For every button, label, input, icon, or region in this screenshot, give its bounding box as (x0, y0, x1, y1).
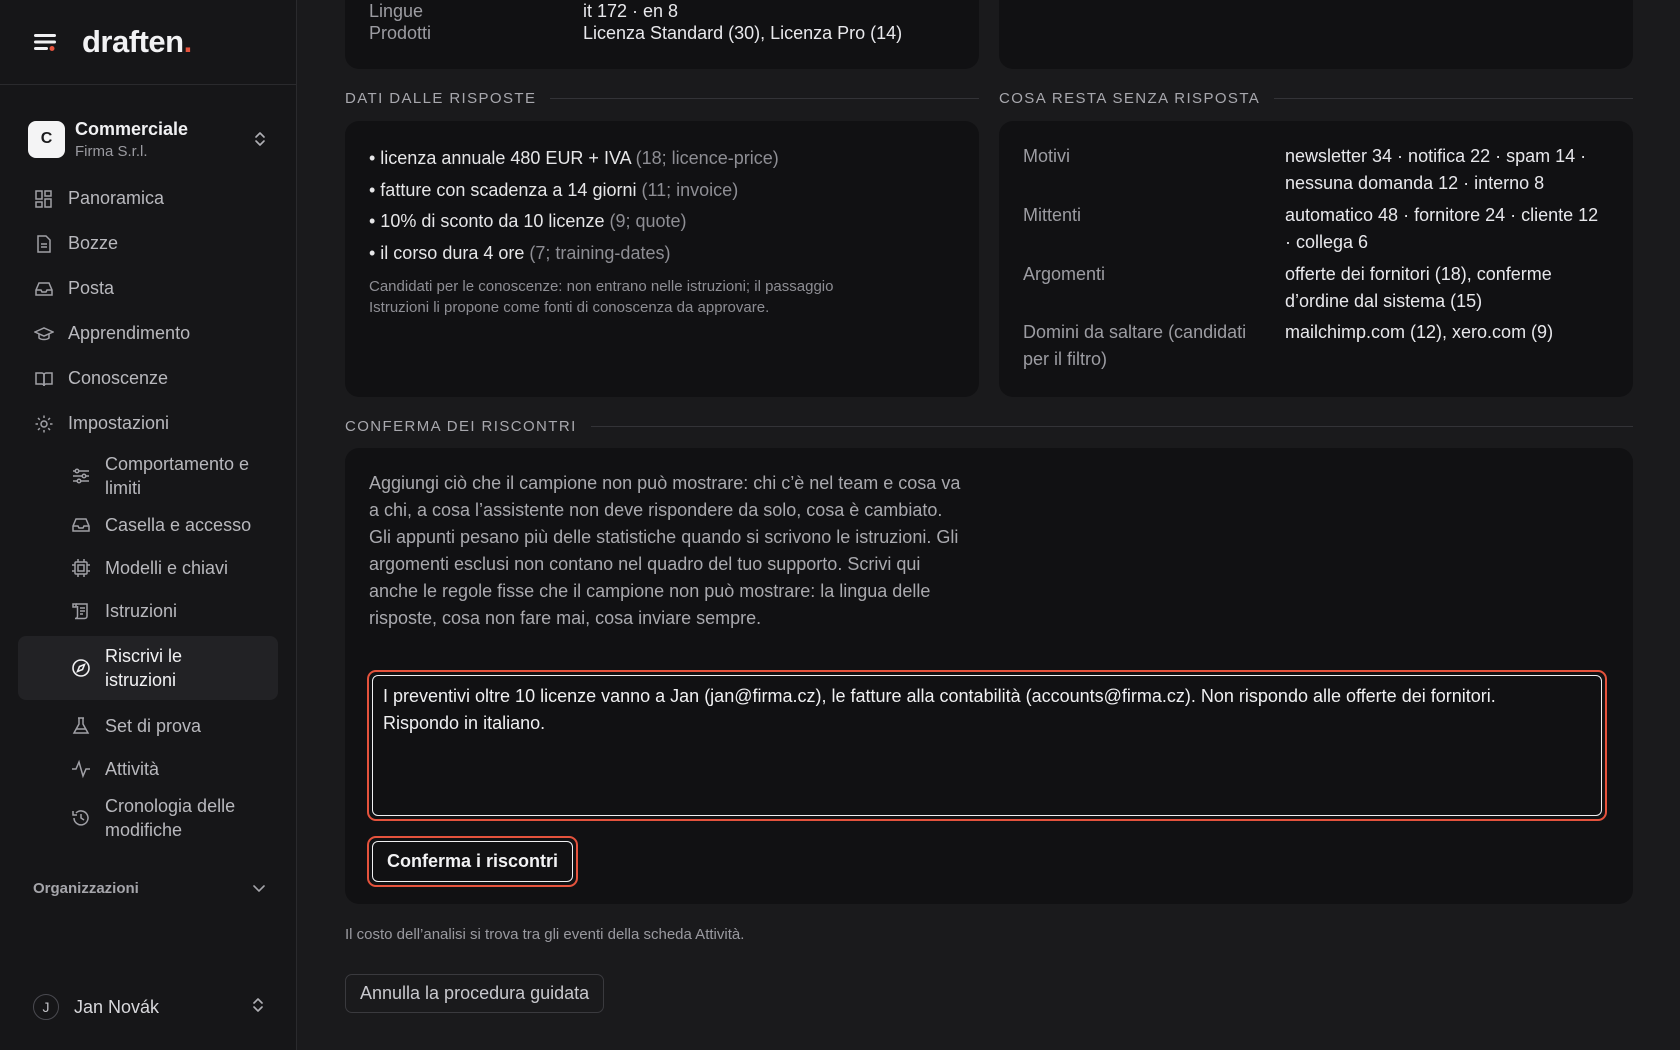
nav-subitem-label: Modelli e chiavi (105, 557, 229, 578)
answers-note: Candidati per le conoscenze: non entrano… (369, 278, 834, 316)
nav-item-apprendimento[interactable]: Apprendimento (0, 311, 296, 356)
row-value: automatico 48 · fornitore 24 · cliente 1… (1285, 205, 1599, 252)
menu-icon[interactable] (32, 30, 60, 54)
row-value: offerte dei fornitori (18), conferme d’or… (1285, 264, 1552, 311)
org-company: Firma S.r.l. (75, 142, 148, 160)
avatar: J (33, 994, 59, 1020)
nav-subitem-label: Riscrivi le istruzioni (105, 646, 183, 690)
cost-note: Il costo dell’analisi si trova tra gli e… (345, 926, 745, 943)
list-item: • il corso dura 4 ore (7; training-dates… (369, 242, 671, 263)
nav-subitem-label: Attività (105, 758, 160, 779)
nav-subitem-casella[interactable]: Casella e accesso (0, 503, 296, 546)
section-title-text: DATI DALLE RISPOSTE (345, 90, 537, 107)
summary-card-right (999, 0, 1633, 69)
section-title-text: CONFERMA DEI RISCONTRI (345, 418, 577, 435)
nav-subitem-modelli[interactable]: Modelli e chiavi (0, 546, 296, 589)
nav-item-label: Bozze (68, 233, 119, 253)
nav-item-conoscenze[interactable]: Conoscenze (0, 356, 296, 401)
section-title-text: COSA RESTA SENZA RISPOSTA (999, 90, 1261, 107)
organizations-label: Organizzazioni (33, 880, 139, 897)
inbox-icon (71, 515, 91, 535)
brand-bar: draften. (0, 0, 296, 85)
nav-subitem-attivita[interactable]: Attività (0, 747, 296, 790)
chip-icon (71, 558, 91, 578)
answers-card: • licenza annuale 480 EUR + IVA (18; lic… (345, 121, 979, 397)
nav-subitem-label: Set di prova (105, 715, 202, 736)
row-value: newsletter 34 · notifica 22 · spam 14 · n… (1285, 146, 1587, 193)
inbox-icon (34, 279, 54, 299)
flask-icon (71, 716, 91, 736)
chevron-up-down-icon (250, 995, 266, 1020)
notes-textarea[interactable] (372, 675, 1602, 816)
nav-subitem-set-di-prova[interactable]: Set di prova (0, 704, 296, 747)
list-item: • 10% di sconto da 10 licenze (9; quote) (369, 211, 687, 231)
chevron-down-icon (252, 880, 266, 897)
section-title-confirm: CONFERMA DEI RISCONTRI (345, 418, 1633, 435)
nav-item-label: Apprendimento (68, 323, 191, 343)
graduation-cap-icon (33, 324, 55, 344)
nav-item-panoramica[interactable]: Panoramica (0, 176, 296, 221)
nav-item-label: Panoramica (68, 188, 165, 208)
gear-icon (34, 414, 54, 434)
row-key: Mittenti (1023, 205, 1082, 225)
cancel-wizard-button[interactable]: Annulla la procedura guidata (345, 974, 605, 1013)
summary-card: Lingue it 172 · en 8 Prodotti Licenza St… (345, 0, 979, 69)
row-key: Domini da saltare (candidati per il filtr… (1023, 322, 1247, 369)
brand-logo: draften. (82, 24, 192, 59)
grid-icon (34, 189, 54, 209)
row-value: mailchimp.com (12), xero.com (9) (1285, 322, 1554, 342)
confirm-button[interactable]: Conferma i riscontri (372, 841, 574, 882)
nav-item-impostazioni[interactable]: Impostazioni (0, 401, 296, 446)
nav-subitem-label: Istruzioni (105, 600, 178, 621)
notes-field-focus-ring (367, 670, 1607, 821)
nav-subitem-cronologia[interactable]: Cronologia delle modifiche (0, 790, 296, 845)
nav-subitem-label: Cronologia delle modifiche (105, 795, 236, 840)
org-name: Commerciale (75, 118, 189, 139)
nav-subitem-riscrivi[interactable]: Riscrivi le istruzioni (18, 636, 278, 700)
nav-subitem-istruzioni[interactable]: Istruzioni (0, 589, 296, 632)
activity-icon (71, 759, 91, 779)
list-item: • fatture con scadenza a 14 giorni (11; … (369, 179, 739, 200)
book-icon (34, 369, 54, 389)
main-nav: Panoramica Bozze Posta Apprendimento Con… (0, 176, 296, 845)
compass-icon (71, 658, 91, 678)
sidebar: draften. C Commerciale Firma S.r.l. Pano… (0, 0, 297, 1050)
row-key: Prodotti (369, 23, 432, 43)
nav-item-label: Impostazioni (68, 413, 170, 433)
nav-item-bozze[interactable]: Bozze (0, 221, 296, 266)
chevron-up-down-icon (252, 129, 268, 149)
unanswered-card: Motivi newsletter 34 · notifica 22 · spa… (999, 121, 1633, 397)
section-title-answers: DATI DALLE RISPOSTE (345, 90, 979, 107)
confirm-intro: Aggiungi ciò che il campione non può mos… (369, 473, 961, 628)
sliders-icon (71, 466, 91, 486)
user-menu[interactable]: J Jan Novák (33, 994, 266, 1020)
org-avatar: C (28, 120, 65, 158)
main-content: Lingue it 172 · en 8 Prodotti Licenza St… (345, 0, 1633, 1050)
confirm-card: Aggiungi ciò che il campione non può mos… (345, 448, 1633, 904)
confirm-button-focus-ring: Conferma i riscontri (367, 836, 579, 887)
history-icon (71, 808, 91, 828)
row-key: Motivi (1023, 146, 1071, 166)
nav-subitem-label: Casella e accesso (105, 514, 252, 535)
nav-subitem-label: Comportamento e limiti (105, 453, 250, 498)
nav-item-label: Conoscenze (68, 368, 169, 388)
scroll-icon (71, 601, 91, 621)
row-value: Licenza Standard (30), Licenza Pro (14) (583, 23, 903, 43)
row-key: Argomenti (1023, 264, 1106, 284)
org-switcher[interactable]: C Commerciale Firma S.r.l. (0, 116, 296, 162)
answers-list: • licenza annuale 480 EUR + IVA (18; lic… (369, 143, 779, 269)
nav-item-label: Posta (68, 278, 115, 298)
user-name: Jan Novák (74, 996, 160, 1017)
nav-item-posta[interactable]: Posta (0, 266, 296, 311)
nav-subitem-comportamento[interactable]: Comportamento e limiti (0, 448, 296, 503)
file-icon (34, 234, 54, 254)
section-title-unanswered: COSA RESTA SENZA RISPOSTA (999, 90, 1633, 107)
organizations-toggle[interactable]: Organizzazioni (33, 880, 266, 897)
list-item: • licenza annuale 480 EUR + IVA (18; lic… (369, 148, 779, 168)
